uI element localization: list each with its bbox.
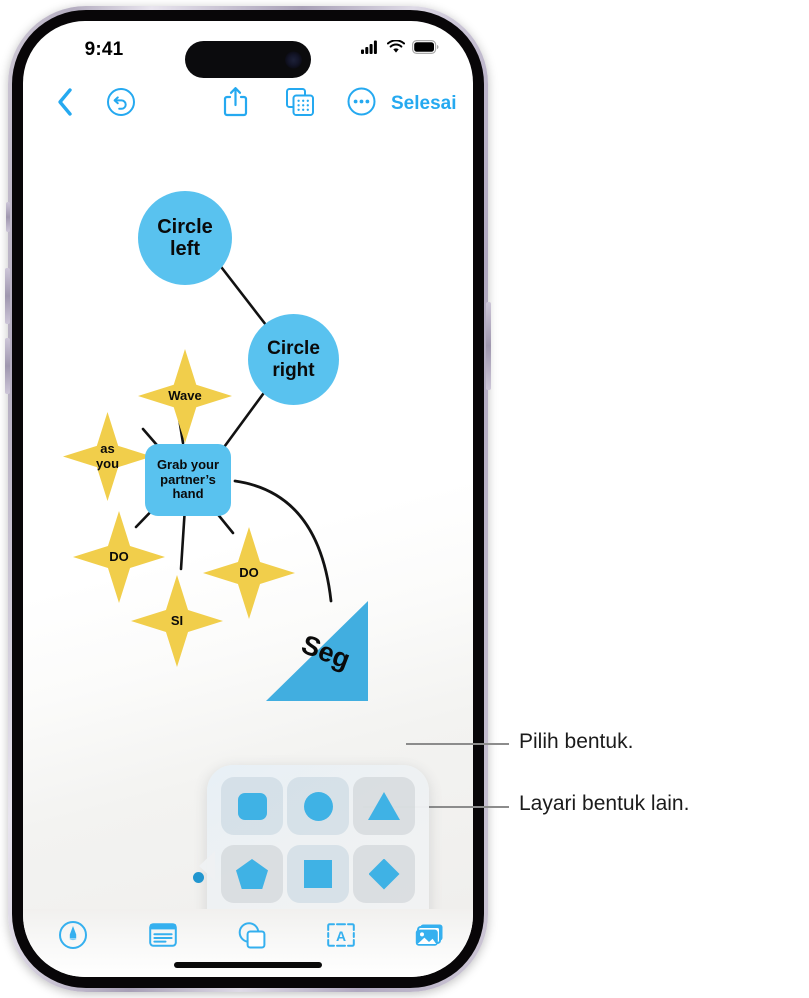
shape-grid [221,777,415,909]
text-button[interactable] [137,915,189,959]
shape-option-pentagon[interactable] [221,845,283,903]
callout-select-shape: Pilih bentuk. [519,730,634,753]
circle-shape-icon [303,791,333,821]
node-label: Circle right [267,338,320,381]
popover-anchor-dot[interactable] [193,872,204,883]
node-label: Wave [168,387,202,403]
pages-button[interactable] [279,79,321,129]
status-bar: 9:41 [23,21,473,79]
square-shape-icon [304,860,332,888]
node-label: DO [109,548,129,564]
home-indicator[interactable] [174,962,322,968]
silent-switch[interactable] [6,202,10,232]
device-screen: 9:41 Selesai Circle left Circle right Wa… [23,21,473,977]
triangle-shape-icon [368,792,400,820]
back-button[interactable] [47,79,83,129]
node-si[interactable]: SI [131,575,223,667]
top-toolbar: Selesai [23,79,473,129]
shape-option-rounded-square[interactable] [221,777,283,835]
share-button[interactable] [215,79,255,129]
text-box-icon [149,922,177,953]
textbox-button[interactable]: A [315,915,367,959]
front-camera-icon [285,51,302,68]
text-a-box-icon: A [326,922,356,953]
pen-circle-icon [58,920,88,955]
node-wave[interactable]: Wave [138,349,232,443]
shape-option-triangle[interactable] [353,777,415,835]
media-icon [415,922,445,953]
node-do-left[interactable]: DO [73,511,165,603]
node-label: Circle left [157,215,213,260]
wifi-icon [386,39,406,59]
pages-icon [285,87,315,122]
share-icon [223,86,248,122]
status-indicators [361,39,439,59]
dynamic-island [185,41,311,78]
node-label: DO [239,564,259,580]
volume-up-button[interactable] [5,268,10,324]
more-circle-icon [347,87,376,121]
node-circle-right[interactable]: Circle right [248,314,339,405]
diamond-shape-icon [368,858,400,890]
node-grab-hand[interactable]: Grab your partner’s hand [145,444,231,516]
callout-leader-line-1 [406,743,509,745]
node-label: as you [95,440,120,471]
node-circle-left[interactable]: Circle left [138,191,232,285]
undo-button[interactable] [101,79,141,129]
node-do-right[interactable]: DO [203,527,295,619]
shape-option-square[interactable] [287,845,349,903]
media-button[interactable] [404,915,456,959]
done-button[interactable]: Selesai [391,79,457,129]
shape-option-diamond[interactable] [353,845,415,903]
chevron-left-icon [56,87,74,122]
power-button[interactable] [486,302,491,390]
undo-icon [106,87,136,122]
rounded-square-shape-icon [237,792,267,820]
svg-text:A: A [336,928,346,944]
more-button[interactable] [341,79,381,129]
volume-down-button[interactable] [5,338,10,394]
shape-picker-popover[interactable] [199,765,429,909]
iphone-device-frame: 9:41 Selesai Circle left Circle right Wa… [5,6,491,992]
shape-option-circle[interactable] [287,777,349,835]
pentagon-shape-icon [236,859,268,889]
status-time: 9:41 [84,39,124,60]
battery-icon [412,40,439,59]
markup-button[interactable] [47,915,99,959]
cellular-signal-icon [361,40,380,59]
mindmap-canvas[interactable]: Circle left Circle right Wave as you Grab y… [23,129,473,909]
node-label: SI [170,612,184,628]
shapes-button[interactable] [226,915,278,959]
callout-browse-shapes: Layari bentuk lain. [519,792,690,815]
node-label: Grab your partner’s hand [156,457,220,502]
shapes-icon [237,921,267,954]
bottom-toolbar: A [23,909,473,977]
node-as-you[interactable]: as you [63,412,152,501]
